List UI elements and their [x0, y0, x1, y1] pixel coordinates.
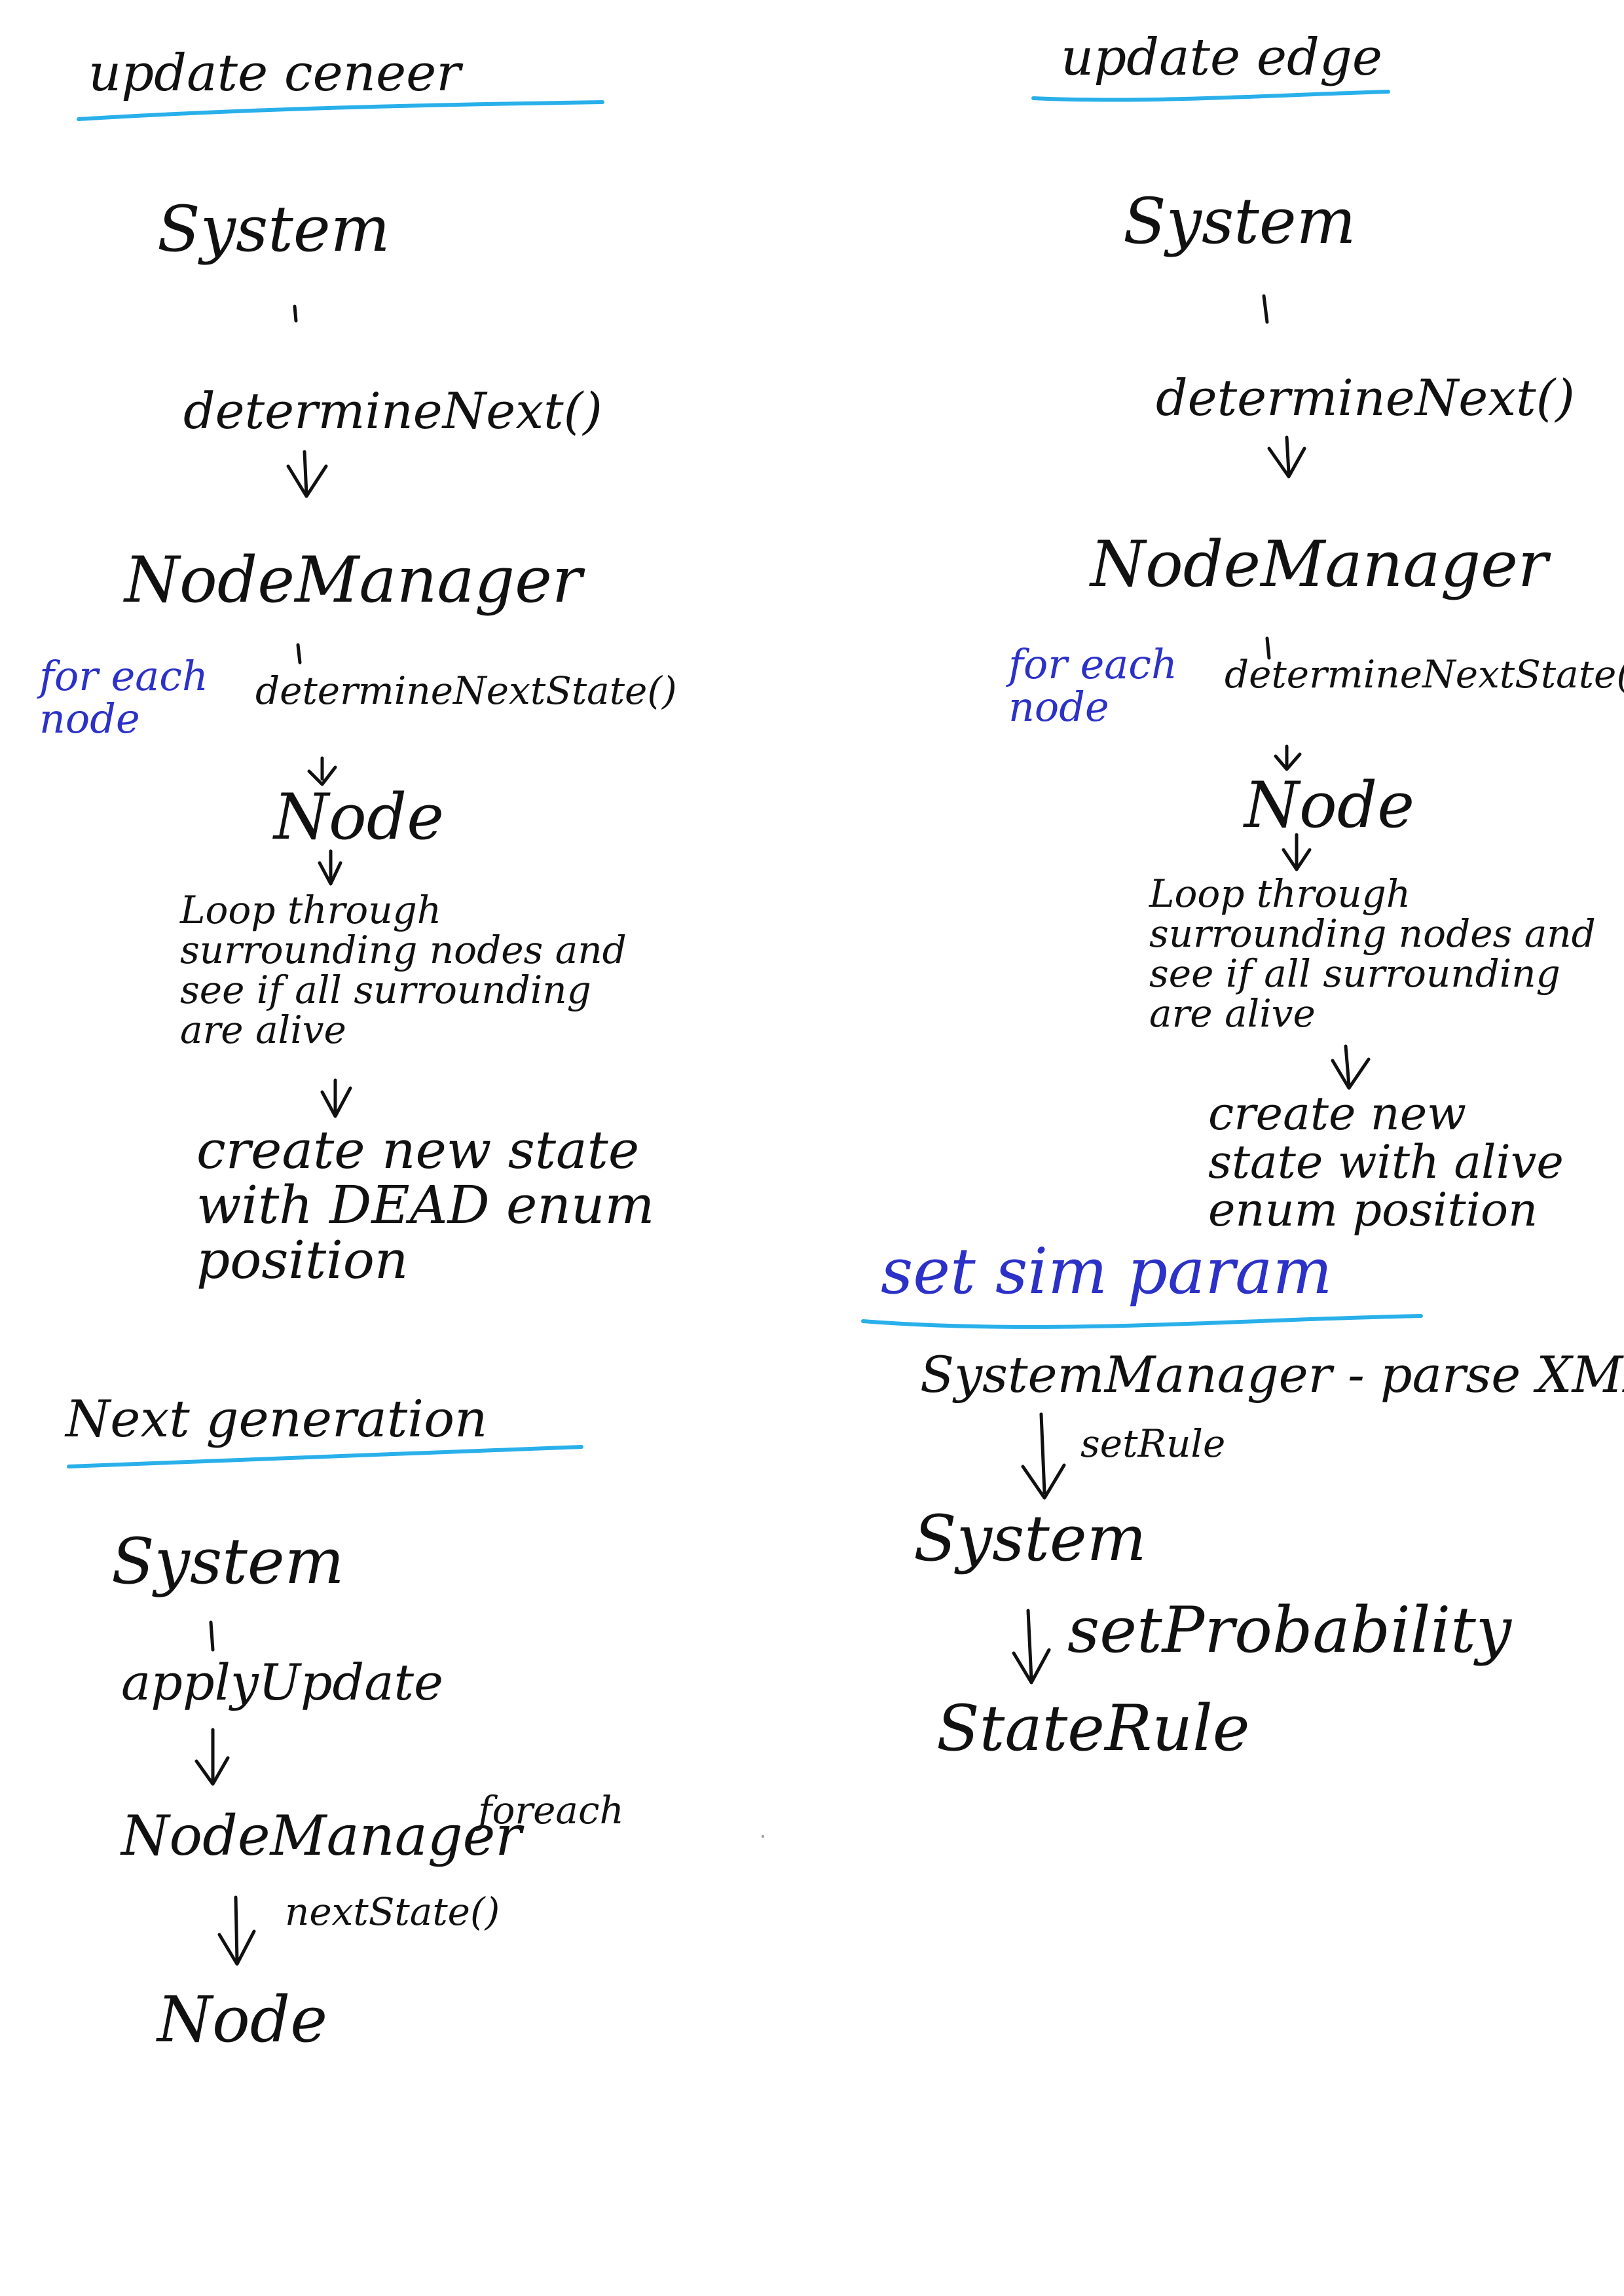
system-label: System — [111, 1525, 344, 1598]
node-manager-label: NodeManager — [124, 543, 582, 617]
step-note: Loop through surrounding nodes and see i… — [180, 888, 627, 1052]
system-label: System — [1123, 185, 1356, 258]
node-label: Node — [1244, 769, 1415, 842]
method-label: determineNext() — [1156, 369, 1575, 427]
section-title-set-sim-param: set sim param — [881, 1235, 1333, 1308]
node-label: Node — [157, 1983, 328, 2056]
section-title-update-edge: update edge — [1061, 28, 1383, 87]
method-label: determineNext() — [183, 382, 602, 440]
down-arrow-icon — [320, 1078, 352, 1118]
method-label: nextState() — [285, 1889, 500, 1934]
system-label: System — [913, 1502, 1147, 1575]
section-title-next-generation: Next generation — [65, 1390, 488, 1449]
connector-tick — [293, 304, 298, 323]
down-arrow-icon — [1012, 1609, 1051, 1685]
method-label: setRule — [1080, 1421, 1226, 1466]
down-arrow-icon — [1267, 435, 1306, 479]
section-title-update-center: update ceneer — [88, 44, 461, 103]
down-arrow-icon — [194, 1728, 230, 1786]
state-rule-label: StateRule — [936, 1692, 1250, 1765]
stray-mark — [762, 1835, 764, 1838]
down-arrow-icon — [318, 849, 342, 886]
down-arrow-icon — [1274, 744, 1302, 771]
title-underline-next-generation — [67, 1445, 583, 1468]
down-arrow-icon — [217, 1895, 256, 1966]
down-arrow-icon — [1021, 1412, 1066, 1500]
step-note: Loop through surrounding nodes and see i… — [1149, 871, 1596, 1036]
method-label: determineNextState() — [255, 668, 677, 713]
title-underline-update-edge — [1031, 90, 1390, 102]
connector-tick — [1262, 294, 1269, 324]
loop-annotation: for each node — [39, 652, 208, 743]
down-arrow-icon — [286, 450, 328, 498]
method-label: setProbability — [1067, 1594, 1511, 1667]
step-note: create new state with DEAD enum position — [196, 1120, 655, 1290]
connector-tick — [209, 1620, 215, 1652]
down-arrow-icon — [1331, 1044, 1371, 1090]
loop-annotation: for each node — [1008, 640, 1177, 731]
node-manager-label: NodeManager — [1090, 528, 1548, 601]
method-label: determineNextState() — [1225, 652, 1624, 697]
system-manager-label: SystemManager - parse XML — [920, 1345, 1624, 1404]
connector-tick — [296, 643, 302, 665]
method-label: applyUpdate — [121, 1653, 444, 1711]
node-label: Node — [274, 780, 445, 854]
system-label: System — [157, 192, 390, 266]
title-underline-update-center — [77, 100, 604, 121]
step-note: create new state with alive enum positio… — [1208, 1087, 1564, 1237]
whiteboard-page: update ceneer System determineNext() Nod… — [0, 0, 1624, 2296]
loop-annotation: foreach — [478, 1788, 624, 1832]
node-manager-label: NodeManager — [121, 1804, 522, 1868]
title-underline-set-sim-param — [861, 1314, 1423, 1329]
